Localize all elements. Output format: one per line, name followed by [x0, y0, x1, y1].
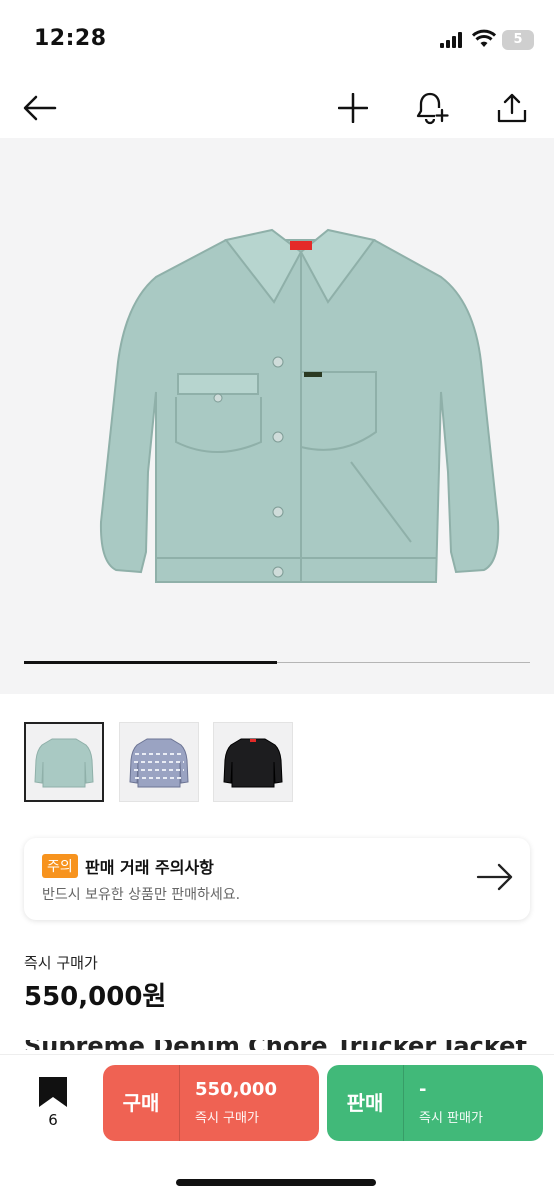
bookmark-icon: [39, 1077, 67, 1107]
add-button[interactable]: [333, 88, 373, 128]
thumbnail-strip: [24, 722, 530, 806]
sell-label: 판매: [346, 1091, 384, 1115]
battery-indicator: 5: [502, 30, 534, 50]
sell-button[interactable]: 판매 - 즉시 판매가: [327, 1065, 543, 1141]
buy-button[interactable]: 구매 550,000 즉시 구매가: [103, 1065, 319, 1141]
plus-icon: [338, 93, 368, 123]
status-time: 12:28: [34, 26, 107, 51]
share-button[interactable]: [492, 88, 532, 128]
mint-jacket-thumb: [34, 738, 94, 788]
black-jacket-thumb: [223, 738, 283, 788]
arrow-right-icon: [476, 863, 513, 891]
bottom-action-bar: 6 구매 550,000 즉시 구매가 판매 - 즉시 판매가: [0, 1054, 554, 1201]
pattern-jacket-thumb: [129, 738, 189, 788]
sell-caption: 즉시 판매가: [419, 1111, 483, 1126]
wifi-icon: [472, 29, 496, 47]
buy-price: 550,000: [195, 1079, 277, 1100]
notice-title: 판매 거래 주의사항: [85, 858, 214, 877]
thumbnail-pattern[interactable]: [119, 722, 199, 802]
sell-notice-card[interactable]: 주의 판매 거래 주의사항 반드시 보유한 상품만 판매하세요.: [24, 838, 530, 920]
status-bar: 12:28 5: [0, 0, 554, 80]
home-indicator: [176, 1179, 376, 1186]
buy-divider: [179, 1065, 180, 1141]
sell-divider: [403, 1065, 404, 1141]
price-alert-button[interactable]: [412, 88, 452, 128]
bookmark-button[interactable]: 6: [30, 1075, 76, 1135]
thumbnail-black[interactable]: [213, 722, 293, 802]
notice-tag: 주의: [42, 854, 78, 878]
back-arrow-icon: [23, 95, 57, 121]
product-title: Supreme Denim Chore Trucker Jacket Mint: [24, 1040, 554, 1050]
bell-plus-icon: [416, 92, 449, 125]
carousel-progress-fill: [24, 661, 277, 664]
thumbnail-mint[interactable]: [24, 722, 104, 802]
sell-price: -: [419, 1079, 427, 1100]
notice-subtitle: 반드시 보유한 상품만 판매하세요.: [42, 887, 241, 903]
instant-buy-price: 550,000원: [24, 982, 167, 1012]
back-button[interactable]: [20, 88, 60, 128]
signal-icon: [440, 32, 462, 48]
carousel-progress: [24, 661, 530, 664]
buy-label: 구매: [122, 1091, 160, 1115]
product-image: [99, 228, 500, 583]
bookmark-count: 6: [48, 1111, 58, 1129]
top-nav: [0, 80, 554, 138]
instant-buy-price-label: 즉시 구매가: [24, 954, 98, 972]
product-image-carousel[interactable]: [0, 138, 554, 694]
share-icon: [497, 93, 527, 123]
buy-caption: 즉시 구매가: [195, 1111, 259, 1126]
